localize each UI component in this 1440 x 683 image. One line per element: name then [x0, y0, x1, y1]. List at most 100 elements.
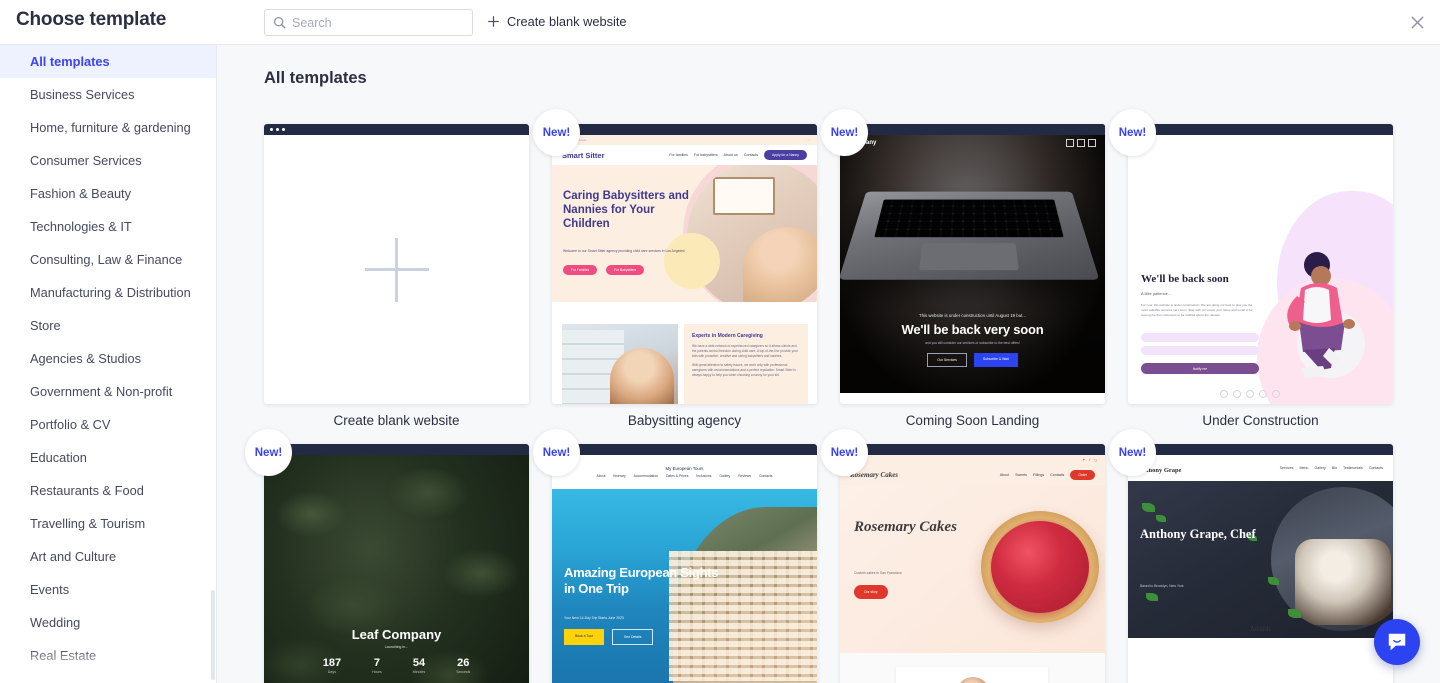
template-card-coming-soon[interactable]: New! Company Thi — [821, 109, 1105, 428]
sidebar-item-education[interactable]: Education — [0, 441, 216, 474]
form-field-email — [1141, 346, 1259, 355]
hero-button: Our Services — [927, 353, 967, 367]
sidebar-item-technologies-it[interactable]: Technologies & IT — [0, 210, 216, 243]
sidebar-item-home-furniture-gardening[interactable]: Home, furniture & gardening — [0, 111, 216, 144]
template-preview-babysitting[interactable]: info@smartsitter.com ◦ ◦ ◦ Smart Sitter … — [552, 124, 817, 404]
sidebar-item-all-templates[interactable]: All templates — [0, 45, 216, 78]
sidebar-item-label: Fashion & Beauty — [30, 186, 132, 201]
sidebar-item-travelling-tourism[interactable]: Travelling & Tourism — [0, 507, 216, 540]
social-icon — [1088, 139, 1096, 147]
hero-button: Subscribe & Wait — [973, 353, 1018, 367]
nav-link: About — [999, 473, 1010, 477]
sidebar-item-label: Business Services — [30, 87, 135, 102]
sidebar-item-consulting-law-finance[interactable]: Consulting, Law & Finance — [0, 243, 216, 276]
template-preview-cakes[interactable]: ✦ f ◻ Rosemary Cakes About Sweets Fillin… — [840, 444, 1105, 683]
template-preview-under-construction[interactable]: We'll be back soon A little patience... … — [1128, 124, 1393, 404]
create-blank-website-label: Create blank website — [507, 14, 627, 29]
sidebar-item-business-services[interactable]: Business Services — [0, 78, 216, 111]
template-card-blank[interactable]: Create blank website — [264, 124, 529, 428]
hero-body: For now, this website is under construct… — [1141, 303, 1253, 317]
hero-button: See Details — [612, 629, 654, 645]
site-nav-links: About Sweets Fillings Contacts Order — [1000, 470, 1095, 480]
template-card-leaf[interactable]: New! Leaf Company Launching in... 187 Da… — [245, 429, 529, 683]
page-title: Choose template — [16, 9, 167, 30]
chat-widget-button[interactable] — [1374, 619, 1420, 665]
site-section — [840, 653, 1105, 683]
hero-subtext: Custom cakes in San Francisco — [854, 571, 902, 575]
template-card-chef[interactable]: New! Anthony Grape Services Menu Gallery… — [1109, 429, 1393, 683]
new-badge: New! — [533, 429, 580, 476]
form-submit-button: Notify me — [1141, 363, 1259, 374]
nav-link: Contacts — [1050, 473, 1065, 477]
site-nav: Rosemary Cakes About Sweets Fillings Con… — [840, 465, 1105, 485]
sidebar-item-store[interactable]: Store — [0, 309, 216, 342]
window-dot — [282, 128, 285, 131]
sidebar-item-label: Consulting, Law & Finance — [30, 252, 183, 267]
search-input[interactable] — [292, 15, 462, 30]
template-card-travel[interactable]: New! My European Tours About Itinerary A… — [533, 429, 817, 683]
template-card-cakes[interactable]: New! ✦ f ◻ Rosemary Cakes About Sweets F… — [821, 429, 1105, 683]
template-preview-travel[interactable]: My European Tours About Itinerary Accomm… — [552, 444, 817, 683]
nav-link: Inclusions — [696, 474, 712, 478]
sidebar-scrollbar[interactable] — [211, 590, 215, 680]
site-preview: Anthony Grape Services Menu Gallery Bio … — [1128, 455, 1393, 683]
sidebar-item-events[interactable]: Events — [0, 573, 216, 606]
site-social-icons — [1063, 134, 1096, 152]
template-preview-leaf[interactable]: Leaf Company Launching in... 187 Days 7 … — [264, 444, 529, 683]
template-card-under-construction[interactable]: New! We'll be back soon A little patienc… — [1109, 109, 1393, 428]
template-preview-blank[interactable] — [264, 124, 529, 404]
sidebar-item-art-and-culture[interactable]: Art and Culture — [0, 540, 216, 573]
hero-headline: Leaf Company — [351, 627, 442, 642]
hero-headline: Amazing European Sights in One Trip — [564, 565, 719, 596]
sidebar-item-manufacturing-distribution[interactable]: Manufacturing & Distribution — [0, 276, 216, 309]
template-preview-chef[interactable]: Anthony Grape Services Menu Gallery Bio … — [1128, 444, 1393, 683]
laptop-keyboard — [874, 199, 1064, 238]
sidebar-item-fashion-beauty[interactable]: Fashion & Beauty — [0, 177, 216, 210]
social-icon — [1259, 390, 1267, 398]
social-icons — [1220, 390, 1280, 398]
nav-link: Contacts — [743, 153, 759, 157]
site-social-icons: ◦ ◦ ◦ — [806, 138, 811, 142]
window-dot — [270, 128, 273, 131]
browser-titlebar — [264, 444, 529, 455]
nav-link: Fillings — [1032, 473, 1045, 477]
template-card-babysitting[interactable]: New! info@smartsitter.com ◦ ◦ ◦ Smart Si… — [533, 109, 817, 428]
social-icon — [1272, 390, 1280, 398]
nav-link: Contacts — [759, 474, 773, 478]
hero-headline: Rosemary Cakes — [854, 519, 957, 535]
hero-subtext: Based in Brooklyn, New York — [1140, 584, 1184, 588]
close-icon — [1411, 16, 1423, 28]
sidebar-item-agencies-studios[interactable]: Agencies & Studios — [0, 342, 216, 375]
nav-link: For babysitters — [693, 153, 718, 157]
new-badge: New! — [1109, 429, 1156, 476]
sidebar-item-label: Travelling & Tourism — [30, 516, 146, 531]
close-button[interactable] — [1406, 11, 1428, 33]
template-caption: Under Construction — [1202, 413, 1319, 428]
countdown-unit: 26 Seconds — [456, 657, 470, 674]
countdown-timer: 187 Days 7 Hours 54 Minutes 26 Seconds — [264, 657, 529, 674]
sidebar-item-label: Education — [30, 450, 87, 465]
countdown-value: 7 — [373, 657, 380, 669]
hero-post-headline: and you still consider our services or s… — [925, 341, 1020, 345]
laptop-illustration — [840, 191, 1100, 280]
plus-icon — [487, 15, 500, 28]
create-blank-website-button[interactable]: Create blank website — [487, 14, 627, 29]
leaf-icon — [1156, 515, 1166, 522]
sidebar-item-government-non-profit[interactable]: Government & Non-profit — [0, 375, 216, 408]
site-topbar: ✦ f ◻ — [840, 455, 1105, 465]
sidebar-item-real-estate[interactable]: Real Estate — [0, 639, 216, 672]
window-dot — [276, 128, 279, 131]
site-preview: My European Tours About Itinerary Accomm… — [552, 455, 817, 683]
sidebar-item-consumer-services[interactable]: Consumer Services — [0, 144, 216, 177]
form-field-name — [1141, 333, 1259, 342]
sidebar-item-portfolio-cv[interactable]: Portfolio & CV — [0, 408, 216, 441]
search-box[interactable] — [264, 9, 473, 36]
browser-titlebar — [264, 124, 529, 135]
hero-headline: Anthony Grape, Chef — [1140, 527, 1256, 541]
sidebar-item-restaurants-food[interactable]: Restaurants & Food — [0, 474, 216, 507]
hero-pre-headline: This website is under construction until… — [918, 313, 1027, 318]
template-preview-coming-soon[interactable]: Company This website is under constructi… — [840, 124, 1105, 404]
site-hero: Caring Babysitters and Nannies for Your … — [552, 165, 817, 302]
browser-titlebar — [552, 444, 817, 455]
sidebar-item-wedding[interactable]: Wedding — [0, 606, 216, 639]
